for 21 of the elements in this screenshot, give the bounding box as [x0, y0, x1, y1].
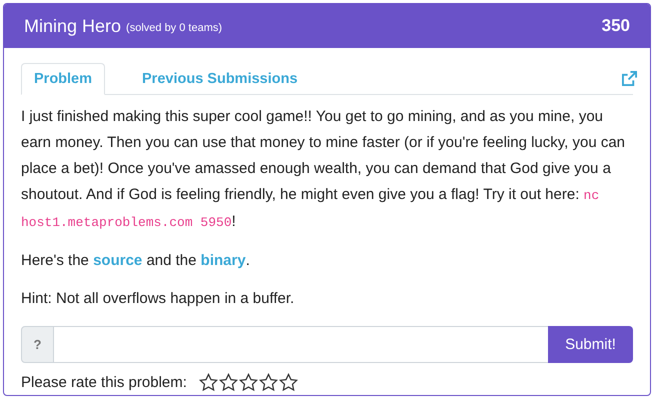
- star-icon[interactable]: [278, 373, 298, 392]
- input-prefix: ?: [21, 326, 54, 363]
- problem-description: I just finished making this super cool game!! You get to go mining, and as you mine, you earn money. Then you can use that money to mine faster (or if you're feeling lucky, you can place a bet)! Once you've amassed enough wealth, you can demand that God give you a shoutout. And if God is feeling friendly, he might even give you a flag! Try it out here: nc host1.metaproblems.com 5950!: [21, 107, 626, 232]
- files-sentence: Here's the source and the binary.: [21, 251, 251, 271]
- external-link-icon[interactable]: [622, 70, 637, 86]
- star-icon[interactable]: [238, 373, 258, 392]
- star-rating[interactable]: [198, 373, 298, 392]
- problem-title: Mining Hero: [24, 16, 122, 36]
- star-icon[interactable]: [218, 373, 238, 392]
- rating-label: Please rate this problem:: [21, 374, 187, 391]
- star-icon[interactable]: [198, 373, 218, 392]
- file-link[interactable]: source: [93, 252, 142, 269]
- tab[interactable]: Problem: [21, 63, 106, 95]
- submit-button[interactable]: Submit!: [548, 326, 633, 363]
- tab[interactable]: Previous Submissions: [129, 63, 311, 95]
- star-icon[interactable]: [258, 373, 278, 392]
- file-link[interactable]: binary: [200, 252, 246, 269]
- flag-input-field[interactable]: [54, 326, 548, 363]
- solved-count: (solved by 0 teams): [126, 22, 222, 34]
- points-value: 350: [602, 16, 630, 36]
- hint-text: Hint: Not all overflows happen in a buffer.: [21, 289, 296, 309]
